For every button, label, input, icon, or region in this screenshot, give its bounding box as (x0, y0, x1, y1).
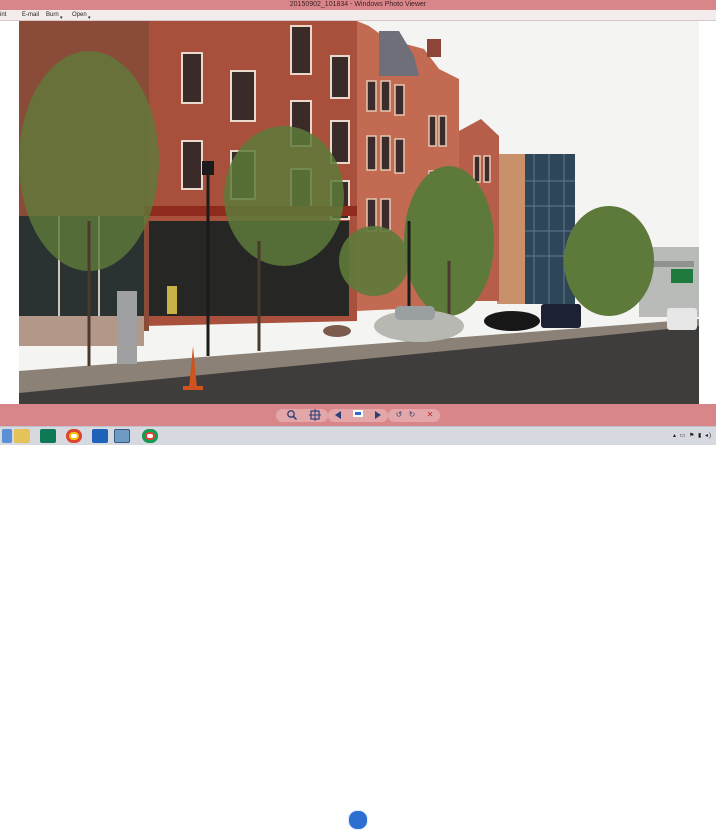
menu-file[interactable]: int (0, 10, 6, 20)
chrome-icon[interactable] (66, 429, 82, 443)
taskbar: ▴ ▭ ⚑ ▮ ◂) (0, 426, 716, 445)
rotate-right-icon: ↻ (408, 410, 416, 419)
file-explorer-icon[interactable] (14, 429, 30, 443)
delete-button[interactable]: ✕ (424, 409, 436, 421)
title-bar: 20150902_101834 - Windows Photo Viewer (0, 0, 716, 10)
slideshow-button[interactable] (348, 810, 368, 830)
zoom-button[interactable] (286, 409, 298, 421)
previous-button[interactable] (332, 409, 344, 421)
menu-open[interactable]: Open (72, 10, 87, 20)
photo-viewer-icon[interactable] (114, 429, 130, 443)
chrome-icon[interactable] (142, 429, 158, 443)
publisher-icon[interactable] (40, 429, 56, 443)
previous-icon (335, 411, 341, 419)
next-icon (375, 411, 381, 419)
street-photo[interactable] (19, 21, 699, 404)
rotate-right-button[interactable]: ↻ (406, 409, 418, 421)
magnifier-icon (287, 410, 298, 421)
slideshow-icon (352, 406, 364, 418)
photo-illustration (19, 21, 699, 404)
rotate-left-button[interactable]: ↺ (393, 409, 405, 421)
menu-bar: int E-mail Burn ▾ Open ▾ (0, 10, 716, 21)
rotate-left-icon: ↺ (395, 410, 403, 419)
fit-window-icon (309, 409, 321, 421)
next-button[interactable] (372, 409, 384, 421)
outlook-icon[interactable] (92, 429, 108, 443)
window-title: 20150902_101834 - Windows Photo Viewer (289, 1, 427, 8)
fit-window-button[interactable] (309, 409, 321, 421)
menu-email[interactable]: E-mail (22, 10, 39, 20)
viewer-control-bar: ↺ ↻ ✕ (0, 404, 716, 830)
delete-icon: ✕ (426, 410, 434, 419)
start-button[interactable] (2, 429, 12, 443)
image-viewer (0, 21, 716, 404)
menu-burn[interactable]: Burn (46, 10, 59, 20)
system-tray[interactable]: ▴ ▭ ⚑ ▮ ◂) (673, 429, 712, 443)
